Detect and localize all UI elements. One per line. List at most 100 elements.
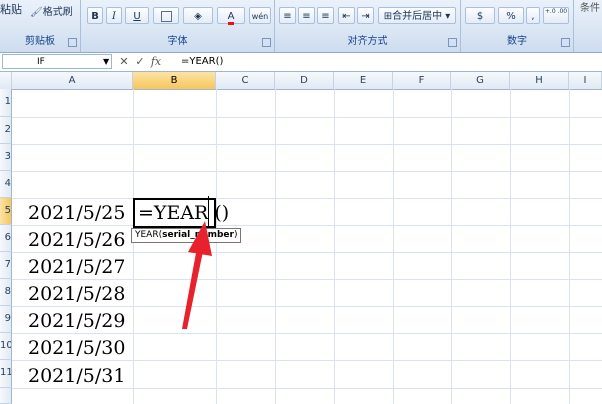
merge-center-button[interactable]: ⊞合并后居中 ▾	[378, 7, 456, 24]
gridline	[451, 89, 452, 404]
font-color-button[interactable]: A	[217, 7, 245, 25]
number-launcher-icon[interactable]	[561, 38, 570, 47]
cell-a8[interactable]: 2021/5/28	[28, 283, 125, 305]
gridline	[12, 333, 602, 334]
active-cell-b5[interactable]: =YEAR ()	[133, 198, 229, 228]
clipboard-launcher-icon[interactable]	[68, 38, 77, 47]
arrow-shaft	[182, 231, 207, 329]
row-header-10[interactable]: 10	[0, 333, 12, 360]
borders-button[interactable]	[153, 7, 179, 24]
align-left-button[interactable]: ≡	[279, 7, 296, 24]
column-header-d[interactable]: D	[275, 72, 334, 89]
italic-button[interactable]: I	[106, 7, 122, 24]
name-box-dropdown-icon[interactable]: ▼	[103, 57, 109, 66]
align-right-icon: ≡	[321, 11, 330, 22]
align-center-icon: ≡	[302, 11, 311, 22]
column-header-f[interactable]: F	[393, 72, 451, 89]
tooltip-arg[interactable]: serial_number	[162, 230, 234, 240]
border-grid-icon	[160, 11, 172, 22]
brush-icon: 🖌	[30, 7, 43, 18]
percent-button[interactable]: %	[498, 7, 524, 24]
font-group: B I U ◈ A wén 字体	[81, 0, 275, 52]
column-header-b[interactable]: B	[133, 72, 216, 89]
row-header-1[interactable]: 1	[0, 89, 12, 117]
gridline	[12, 117, 602, 118]
row-header-8[interactable]: 8	[0, 279, 12, 306]
formula-input[interactable]: =YEAR()	[181, 54, 600, 69]
number-group-title: 数字	[507, 36, 527, 47]
decrease-indent-button[interactable]: ⇤	[338, 7, 355, 24]
cell-a7[interactable]: 2021/5/27	[28, 256, 125, 278]
row-header-3[interactable]: 3	[0, 144, 12, 171]
gridline	[133, 89, 134, 404]
alignment-group-title: 对齐方式	[347, 36, 388, 47]
column-header-a[interactable]: A	[12, 72, 133, 89]
align-left-icon: ≡	[283, 11, 292, 22]
cancel-icon[interactable]: ✕	[116, 54, 132, 69]
row-header-6[interactable]: 6	[0, 225, 12, 252]
select-all-corner[interactable]	[0, 72, 12, 89]
comma-button[interactable]: ,	[526, 7, 540, 24]
conditional-format-button[interactable]: 条件	[580, 0, 600, 17]
underline-button[interactable]: U	[125, 7, 149, 24]
cell-a10[interactable]: 2021/5/30	[28, 337, 125, 359]
column-header-h[interactable]: H	[510, 72, 569, 89]
align-right-button[interactable]: ≡	[317, 7, 334, 24]
row-header-5[interactable]: 5	[0, 198, 12, 225]
name-box[interactable]: IF	[2, 54, 112, 69]
row-header-4[interactable]: 4	[0, 171, 12, 198]
column-header-i[interactable]: I	[569, 72, 602, 89]
gridline	[275, 89, 276, 404]
indent-icon: ⇥	[361, 11, 370, 22]
gridline	[12, 198, 602, 199]
gridline	[12, 306, 602, 307]
row-header-7[interactable]: 7	[0, 252, 12, 279]
enter-icon[interactable]: ✓	[132, 54, 148, 69]
gridline	[12, 360, 602, 361]
cell-a11[interactable]: 2021/5/31	[28, 365, 125, 387]
merge-icon: ⊞	[383, 11, 393, 22]
row-header-11[interactable]: 11	[0, 360, 12, 388]
gridline	[216, 89, 217, 404]
formula-bar: IF ▼ ✕ ✓ fx =YEAR()	[0, 53, 602, 72]
outdent-icon: ⇤	[342, 11, 351, 22]
formula-buttons: ✕ ✓ fx	[116, 54, 164, 69]
gridline	[12, 171, 602, 172]
bold-button[interactable]: B	[87, 7, 103, 24]
gridline	[12, 388, 602, 389]
cell-b5-editor[interactable]: =YEAR ()	[138, 202, 229, 224]
gridline	[12, 144, 602, 145]
row-header-12[interactable]	[0, 388, 12, 404]
alignment-launcher-icon[interactable]	[448, 38, 457, 47]
alignment-group: ≡ ≡ ≡ ⇤ ⇥ ⊞合并后居中 ▾ 对齐方式	[275, 0, 461, 52]
tooltip-func[interactable]: YEAR(	[135, 230, 162, 240]
gridline	[12, 252, 602, 253]
column-header-g[interactable]: G	[451, 72, 510, 89]
function-tooltip: YEAR(serial_number)	[131, 228, 242, 243]
column-headers: A B C D E F G H I	[0, 72, 602, 90]
fill-color-button[interactable]: ◈	[183, 7, 213, 24]
gridline	[569, 89, 570, 404]
currency-button[interactable]: $	[465, 7, 495, 24]
font-group-title: 字体	[167, 36, 188, 47]
phonetic-button[interactable]: wén	[249, 7, 271, 24]
number-group: $ % , +.0 .00 数字	[461, 0, 574, 52]
format-painter-button[interactable]: 🖌格式刷	[30, 4, 73, 21]
row-header-2[interactable]: 2	[0, 117, 12, 144]
column-header-e[interactable]: E	[334, 72, 393, 89]
increase-decimal-button[interactable]: +.0 .00	[543, 7, 569, 24]
styles-group: 条件	[574, 0, 602, 52]
tooltip-close: )	[233, 230, 238, 240]
cell-a6[interactable]: 2021/5/26	[28, 229, 125, 251]
increase-indent-button[interactable]: ⇥	[357, 7, 374, 24]
paste-button[interactable]: 粘贴	[0, 1, 22, 18]
cell-a5[interactable]: 2021/5/25	[28, 202, 125, 224]
align-center-button[interactable]: ≡	[298, 7, 315, 24]
font-launcher-icon[interactable]	[262, 38, 271, 47]
cell-a9[interactable]: 2021/5/29	[28, 310, 125, 332]
gridline	[12, 279, 602, 280]
insert-function-icon[interactable]: fx	[148, 54, 164, 69]
column-header-c[interactable]: C	[216, 72, 275, 89]
font-color-icon: A	[227, 11, 235, 25]
row-header-9[interactable]: 9	[0, 306, 12, 333]
